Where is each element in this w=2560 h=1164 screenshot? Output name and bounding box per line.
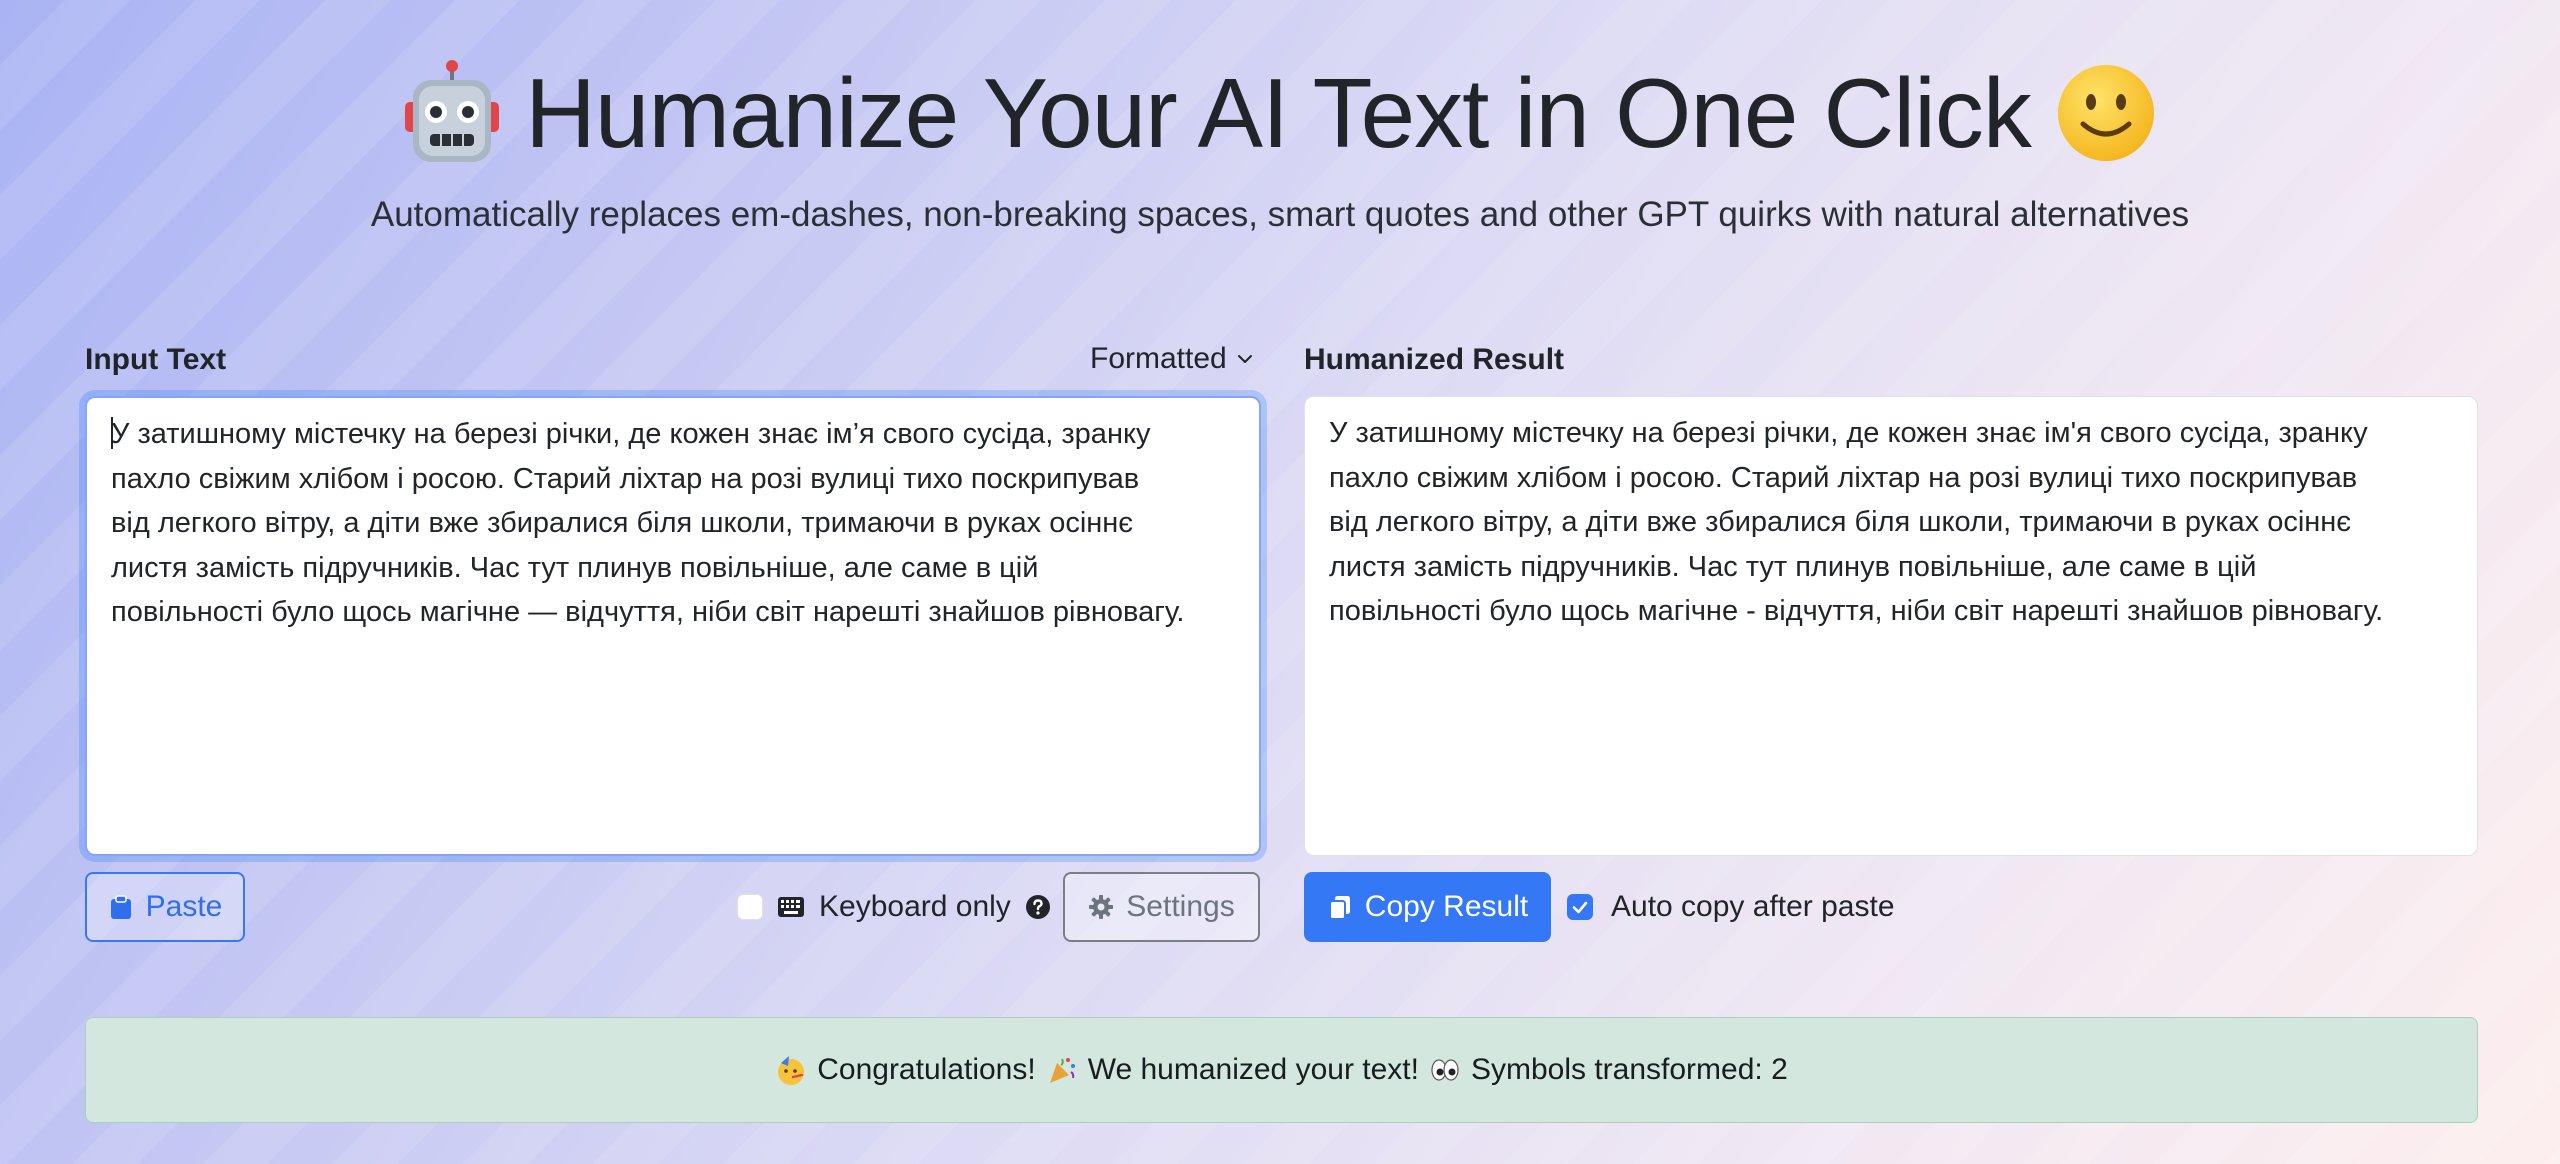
copy-result-button[interactable]: Copy Result xyxy=(1304,872,1551,942)
paste-button[interactable]: Paste xyxy=(85,872,245,942)
alert-text-symbols: Symbols transformed: 2 xyxy=(1470,1053,1788,1086)
alert-text-humanized: We humanized your text! xyxy=(1087,1053,1419,1086)
keyboard-only-label: Keyboard only xyxy=(819,890,1011,923)
page-title-text: Humanize Your AI Text in One Click xyxy=(525,58,2032,168)
clipboard-icon xyxy=(110,895,131,919)
paste-button-label: Paste xyxy=(145,890,223,923)
auto-copy-label: Auto copy after paste xyxy=(1611,890,1895,923)
success-alert: Congratulations! We humanized your text!… xyxy=(85,1017,2478,1123)
format-dropdown-value: Formatted xyxy=(1090,342,1227,375)
format-dropdown[interactable]: Formatted xyxy=(1090,338,1255,380)
keyboard-icon xyxy=(778,897,804,917)
eyes-icon xyxy=(1431,1059,1459,1081)
chevron-down-icon xyxy=(1237,355,1252,363)
page-subtitle: Automatically replaces em-dashes, non-br… xyxy=(370,195,2190,234)
gear-icon xyxy=(1089,895,1114,919)
robot-icon xyxy=(405,60,500,162)
partying-face-icon xyxy=(778,1056,805,1085)
input-textarea[interactable]: У затишному містечку на березі річки, де… xyxy=(85,396,1261,856)
smile-icon xyxy=(2057,65,2154,161)
output-label: Humanized Result xyxy=(1304,343,1565,376)
copy-icon xyxy=(1328,896,1350,920)
check-icon xyxy=(1572,901,1588,914)
page-header: Humanize Your AI Text in One Click Autom… xyxy=(0,48,2560,238)
question-circle-icon[interactable] xyxy=(1025,894,1051,920)
keyboard-only-option: Keyboard only xyxy=(737,884,1051,930)
page-title: Humanize Your AI Text in One Click xyxy=(403,48,2157,178)
input-text: У затишному містечку на березі річки, де… xyxy=(111,418,1185,628)
output-textarea[interactable]: У затишному містечку на березі річки, де… xyxy=(1304,396,2478,856)
settings-button[interactable]: Settings xyxy=(1063,872,1260,942)
party-popper-icon xyxy=(1049,1058,1075,1083)
copy-result-label: Copy Result xyxy=(1364,890,1529,923)
output-text: У затишному містечку на березі річки, де… xyxy=(1329,417,2384,627)
auto-copy-option: Auto copy after paste xyxy=(1567,884,1895,930)
input-label: Input Text xyxy=(85,343,227,376)
settings-button-label: Settings xyxy=(1126,890,1235,923)
auto-copy-checkbox[interactable] xyxy=(1567,894,1593,920)
alert-text-congrats: Congratulations! xyxy=(817,1053,1036,1086)
keyboard-only-checkbox[interactable] xyxy=(737,894,763,920)
